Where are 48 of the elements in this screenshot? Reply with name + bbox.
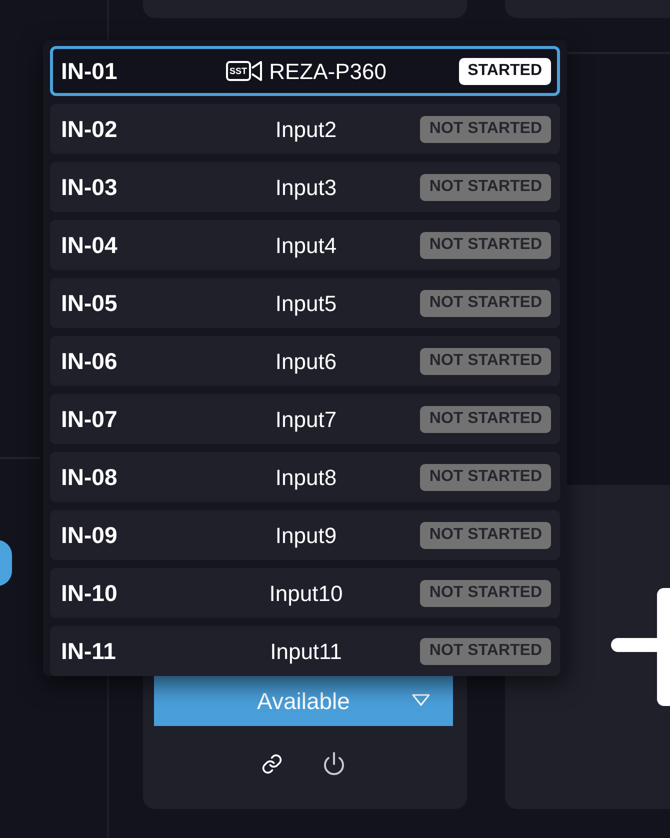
input-name: Input3 [275,174,337,202]
input-row[interactable]: IN-04 Input4 NOT STARTED [50,220,560,270]
input-name: Input5 [275,290,337,318]
input-name: Input10 [269,580,343,608]
input-row[interactable]: IN-05 Input5 NOT STARTED [50,278,560,328]
input-row[interactable]: IN-06 Input6 NOT STARTED [50,336,560,386]
status-badge: NOT STARTED [420,406,551,432]
input-name: REZA-P360 [269,58,386,86]
caret-icon [412,694,430,706]
input-name: Input6 [275,348,337,376]
input-row[interactable]: IN-01 SST REZA-P360 STARTED [50,46,560,96]
input-id: IN-07 [61,404,118,434]
input-id: IN-06 [61,346,118,376]
input-name: Input2 [275,116,337,144]
input-id: IN-02 [61,114,118,144]
input-id: IN-04 [61,230,118,260]
status-badge: NOT STARTED [420,638,551,664]
link-icon[interactable] [261,753,283,775]
status-badge: NOT STARTED [420,232,551,258]
input-id: IN-01 [61,56,118,86]
plus-icon[interactable] [611,588,670,706]
status-badge: NOT STARTED [420,290,551,316]
input-name: Input8 [275,464,337,492]
input-row[interactable]: IN-02 Input2 NOT STARTED [50,104,560,154]
input-id: IN-10 [61,578,118,608]
status-badge: NOT STARTED [420,348,551,374]
status-badge: NOT STARTED [420,116,551,142]
status-badge: NOT STARTED [420,580,551,606]
status-badge: NOT STARTED [420,522,551,548]
input-id: IN-05 [61,288,118,318]
input-id: IN-08 [61,462,118,492]
status-badge: NOT STARTED [420,174,551,200]
input-row[interactable]: IN-10 Input10 NOT STARTED [50,568,560,618]
status-badge: NOT STARTED [420,464,551,490]
input-id: IN-03 [61,172,118,202]
input-name: Input11 [270,638,342,666]
input-row[interactable]: IN-03 Input3 NOT STARTED [50,162,560,212]
input-row[interactable]: IN-09 Input9 NOT STARTED [50,510,560,560]
input-row[interactable]: IN-11 Input11 NOT STARTED [50,626,560,676]
status-badge: STARTED [458,58,551,84]
input-row[interactable]: IN-07 Input7 NOT STARTED [50,394,560,444]
input-id: IN-09 [61,520,118,550]
input-id: IN-11 [61,636,116,666]
power-icon[interactable] [322,751,346,777]
input-name: Input4 [275,232,337,260]
input-name: Input9 [275,522,337,550]
input-name: Input7 [275,406,337,434]
input-row[interactable]: IN-08 Input8 NOT STARTED [50,452,560,502]
